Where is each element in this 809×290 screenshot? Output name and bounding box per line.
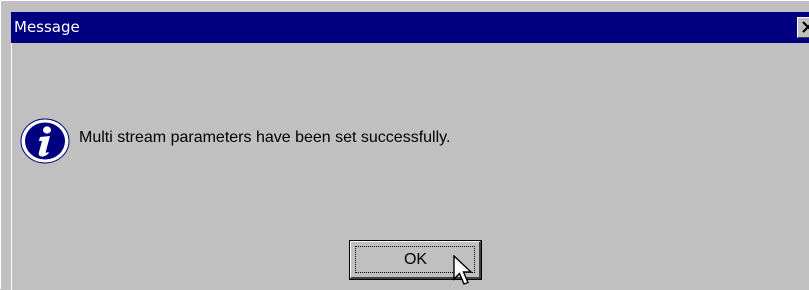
message-text: Multi stream parameters have been set su…	[79, 129, 451, 146]
pointer-arrow-icon	[453, 255, 473, 285]
title-bar[interactable]: Message	[11, 12, 809, 43]
close-button[interactable]	[797, 17, 809, 38]
window-title: Message	[14, 18, 80, 36]
info-icon	[20, 118, 70, 164]
message-dialog: Message Multi stream parameters have bee…	[0, 0, 809, 290]
close-icon	[802, 21, 809, 33]
